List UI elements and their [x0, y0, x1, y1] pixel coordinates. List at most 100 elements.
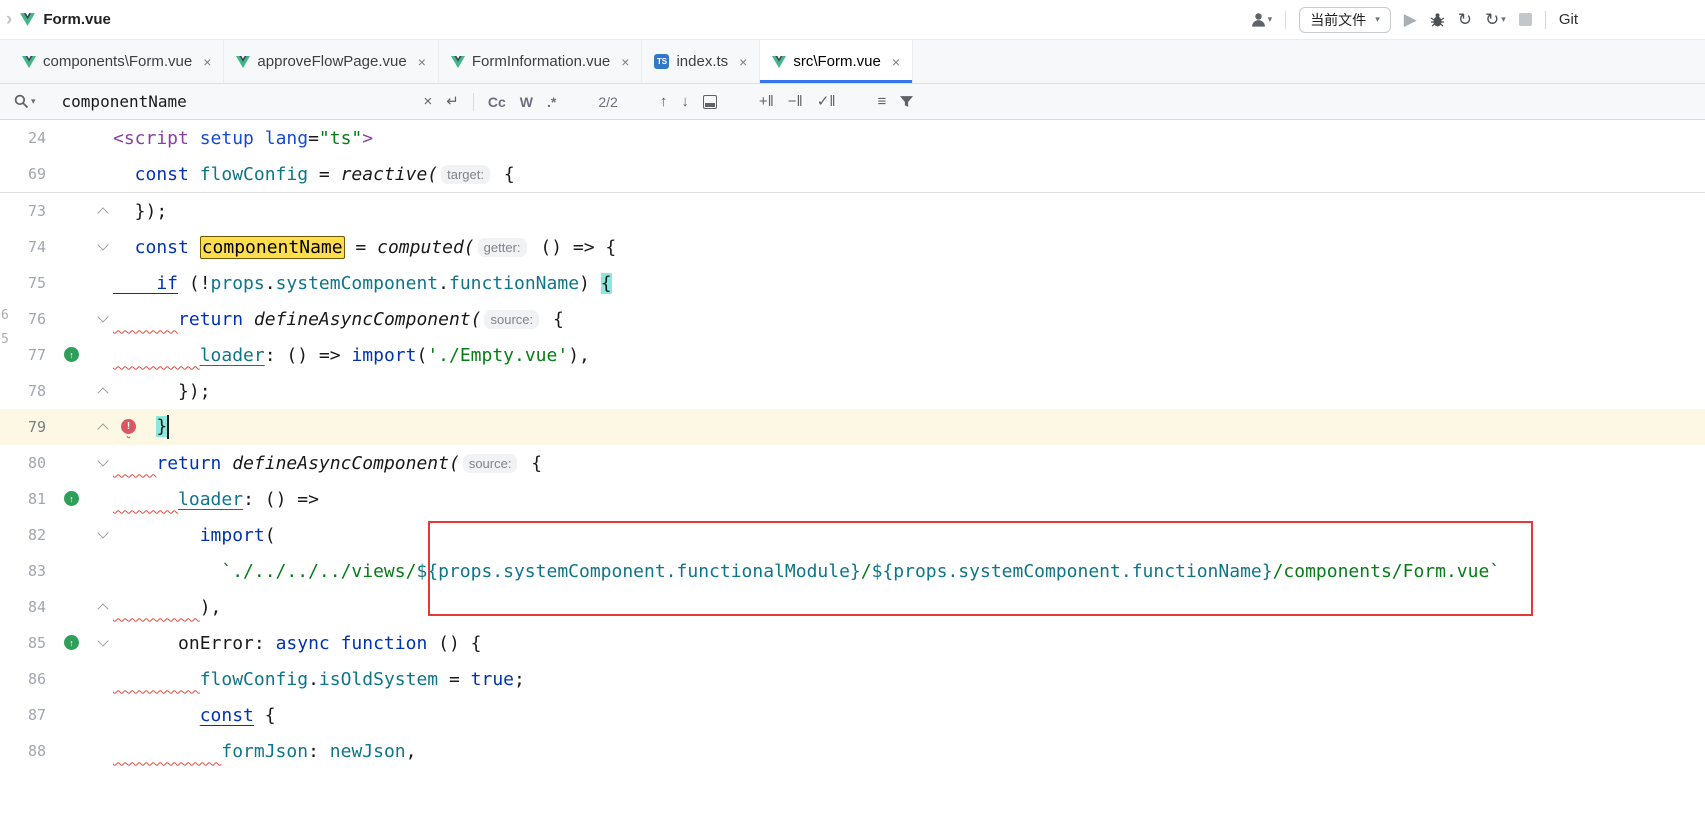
close-tab-icon[interactable]: × [418, 54, 426, 70]
fold-end-icon[interactable] [97, 387, 108, 398]
line-number[interactable]: 86 [0, 670, 46, 688]
stop-icon[interactable] [1519, 13, 1532, 26]
match-case-toggle[interactable]: Cc [488, 94, 506, 110]
implementation-gutter-icon[interactable]: ↑ [64, 491, 79, 506]
previous-occurrence-icon[interactable]: ↑ [660, 94, 668, 109]
code-text[interactable]: import( [113, 525, 276, 546]
close-tab-icon[interactable]: × [892, 54, 900, 70]
code-line-83[interactable]: 83 `./../../../views/${props.systemCompo… [0, 553, 1705, 589]
line-number[interactable]: 79 [0, 418, 46, 436]
code-line-76[interactable]: 76 return defineAsyncComponent(source: { [0, 301, 1705, 337]
clear-search-icon[interactable]: × [424, 94, 433, 109]
user-accounts-icon[interactable]: ▾ [1251, 12, 1273, 27]
line-number[interactable]: 82 [0, 526, 46, 544]
code-line-78[interactable]: 78 }); [0, 373, 1705, 409]
code-text[interactable]: `./../../../views/${props.systemComponen… [113, 561, 1500, 582]
code-line-79[interactable]: 79! } [0, 409, 1705, 445]
line-number[interactable]: 83 [0, 562, 46, 580]
fold-start-icon[interactable] [97, 455, 108, 466]
close-tab-icon[interactable]: × [621, 54, 629, 70]
line-number[interactable]: 74 [0, 238, 46, 256]
line-number[interactable]: 81 [0, 490, 46, 508]
code-text[interactable]: const { [113, 705, 276, 726]
line-number[interactable]: 78 [0, 382, 46, 400]
code-text[interactable]: }); [113, 201, 167, 222]
tab-approveflowpage-vue[interactable]: approveFlowPage.vue× [224, 40, 438, 83]
code-text[interactable]: loader: () => [113, 489, 319, 510]
line-number[interactable]: 88 [0, 742, 46, 760]
code-text[interactable]: }); [113, 381, 211, 402]
code-line-74[interactable]: 74 const componentName = computed(getter… [0, 229, 1705, 265]
run-configuration-selector[interactable]: 当前文件 ▾ [1299, 7, 1391, 33]
line-number[interactable]: 80 [0, 454, 46, 472]
search-icon[interactable]: ▾ [14, 94, 36, 109]
line-number[interactable]: 87 [0, 706, 46, 724]
code-line-73[interactable]: 73 }); [0, 193, 1705, 229]
fold-end-icon[interactable] [97, 207, 108, 218]
code-line-24[interactable]: 24 <script setup lang="ts"> [0, 120, 1705, 156]
error-gutter-icon[interactable]: ! [121, 419, 136, 434]
code-editor[interactable]: 24 <script setup lang="ts"> 69 const flowC… [0, 120, 1705, 769]
code-line-87[interactable]: 87 const { [0, 697, 1705, 733]
line-number[interactable]: 75 [0, 274, 46, 292]
code-text[interactable]: onError: async function () { [113, 633, 481, 654]
line-number[interactable]: 84 [0, 598, 46, 616]
code-text[interactable]: if (!props.systemComponent.functionName)… [113, 273, 612, 294]
code-line-69[interactable]: 69 const flowConfig = reactive(target: { [0, 156, 1705, 192]
scroll-to-results-icon[interactable]: ≡ [878, 94, 887, 109]
collapse-chevron-icon[interactable]: › [6, 10, 12, 29]
fold-start-icon[interactable] [97, 311, 108, 322]
implementation-gutter-icon[interactable]: ↑ [64, 347, 79, 362]
code-text[interactable]: return defineAsyncComponent(source: { [113, 453, 542, 474]
code-text[interactable]: return defineAsyncComponent(source: { [113, 309, 564, 330]
code-text[interactable]: <script setup lang="ts"> [113, 128, 373, 149]
code-line-84[interactable]: 84 ), [0, 589, 1705, 625]
line-number[interactable]: 69 [0, 165, 46, 183]
fold-start-icon[interactable] [97, 239, 108, 250]
code-line-80[interactable]: 80 return defineAsyncComponent(source: { [0, 445, 1705, 481]
code-text[interactable]: formJson: newJson, [113, 741, 416, 762]
implementation-gutter-icon[interactable]: ↑ [64, 635, 79, 650]
code-text[interactable]: const componentName = computed(getter: (… [113, 237, 616, 258]
code-text[interactable]: loader: () => import('./Empty.vue'), [113, 345, 590, 366]
code-line-86[interactable]: 86 flowConfig.isOldSystem = true; [0, 661, 1705, 697]
line-number[interactable]: 85 [0, 634, 46, 652]
git-widget[interactable]: Git [1559, 11, 1578, 28]
code-line-85[interactable]: 85 ↑ onError: async function () { [0, 625, 1705, 661]
fold-start-icon[interactable] [97, 635, 108, 646]
line-number[interactable]: 24 [0, 129, 46, 147]
code-line-75[interactable]: 75 if (!props.systemComponent.functionNa… [0, 265, 1705, 301]
code-line-77[interactable]: 77 ↑ loader: () => import('./Empty.vue'), [0, 337, 1705, 373]
next-occurrence-icon[interactable]: ↓ [681, 94, 689, 109]
search-input[interactable]: componentName [50, 92, 410, 111]
code-line-81[interactable]: 81 ↑ loader: () => [0, 481, 1705, 517]
run-icon[interactable]: ▶ [1404, 11, 1417, 28]
tab-forminformation-vue[interactable]: FormInformation.vue× [439, 40, 643, 83]
new-line-icon[interactable]: ↵ [446, 94, 459, 109]
tab-index-ts[interactable]: TSindex.ts× [642, 40, 760, 83]
line-number[interactable]: 77 [0, 346, 46, 364]
fold-start-icon[interactable] [97, 527, 108, 538]
fold-end-icon[interactable] [97, 423, 108, 434]
rerun-icon[interactable]: ↻ ▾ [1485, 11, 1506, 28]
close-tab-icon[interactable]: × [739, 54, 747, 70]
fold-end-icon[interactable] [97, 603, 108, 614]
code-text[interactable]: flowConfig.isOldSystem = true; [113, 669, 525, 690]
regex-toggle[interactable]: .* [547, 94, 556, 110]
tab-components-form-vue[interactable]: components\Form.vue× [10, 40, 224, 83]
debug-icon[interactable] [1430, 12, 1445, 28]
code-text[interactable]: ), [113, 597, 221, 618]
add-occurrence-icon[interactable]: +ǁ [759, 94, 774, 109]
close-tab-icon[interactable]: × [203, 54, 211, 70]
select-all-occurrences-icon[interactable]: ✓ǁ [817, 94, 836, 109]
code-line-82[interactable]: 82 import( [0, 517, 1705, 553]
remove-occurrence-icon[interactable]: −ǁ [788, 94, 803, 109]
tab-src-form-vue[interactable]: src\Form.vue× [760, 40, 913, 83]
code-line-88[interactable]: 88 formJson: newJson, [0, 733, 1705, 769]
open-in-find-window-icon[interactable] [703, 95, 717, 109]
code-text[interactable]: const flowConfig = reactive(target: { [113, 164, 515, 185]
profiler-icon[interactable]: ↻ [1458, 11, 1472, 28]
whole-words-toggle[interactable]: W [520, 94, 533, 110]
line-number[interactable]: 73 [0, 202, 46, 220]
filter-icon[interactable] [900, 94, 913, 109]
